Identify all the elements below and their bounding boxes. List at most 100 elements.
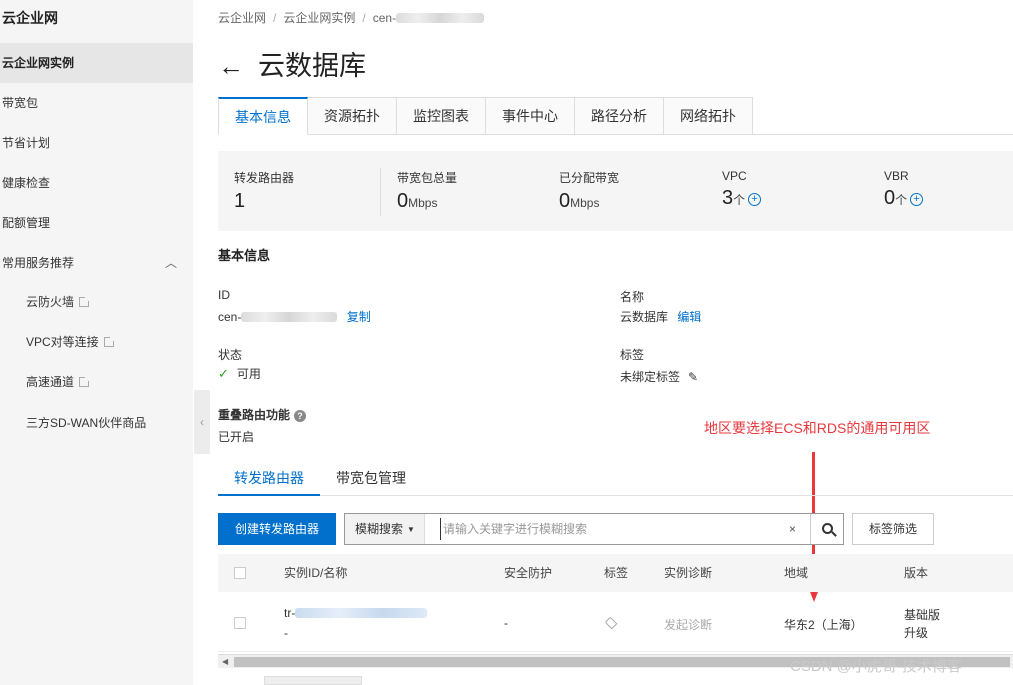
tab-network-topology[interactable]: 网络拓扑 [664,97,753,135]
sidebar-item-recommended-services[interactable]: 常用服务推荐 ︿ [0,243,193,283]
tab-event-center[interactable]: 事件中心 [486,97,575,135]
id-label: ID [218,288,230,302]
stat-unit: Mbps [408,196,438,210]
tag-icon[interactable] [604,616,618,630]
column-header-tags: 标签 [604,566,629,580]
sidebar-item-savings-plan[interactable]: 节省计划 [0,123,193,163]
status-label: 状态 [218,348,243,362]
search-mode-label: 模糊搜索 [355,522,404,536]
chevron-left-icon: ‹ [200,415,204,429]
redacted-id [241,312,338,322]
name-value: 云数据库 [620,310,669,324]
column-header-edition: 版本 [904,566,929,580]
help-icon[interactable]: ? [294,410,307,422]
search-mode-select[interactable]: 模糊搜索 ▼ [345,514,425,544]
id-value-row: cen- 复制 [218,308,371,325]
name-value-row: 云数据库 编辑 [620,308,701,325]
external-link-icon [103,336,115,347]
tag-value: 未绑定标签 [620,370,681,384]
table-header: 实例ID/名称 安全防护 标签 实例诊断 地域 版本 [218,554,1013,592]
sidebar-item-vpc-peering[interactable]: VPC对等连接 [0,322,193,362]
breadcrumb-cen-instance[interactable]: 云企业网实例 [283,11,355,25]
tab-basic-info[interactable]: 基本信息 [218,97,308,135]
row-checkbox[interactable] [234,617,246,629]
stat-number: 1 [234,190,246,212]
upgrade-link[interactable]: 升级 [904,624,928,641]
sub-tabs: 转发路由器 带宽包管理 [218,460,1013,496]
stat-unit: 个 [733,193,746,207]
stat-value: 1 [234,190,294,213]
scroll-left-icon[interactable]: ◀ [222,655,228,668]
detail-tabs: 基本信息 资源拓扑 监控图表 事件中心 路径分析 网络拓扑 [218,97,1013,135]
select-all-checkbox[interactable] [234,567,246,579]
instance-id-link[interactable]: tr- [284,606,428,620]
sidebar-item-sdwan-partners[interactable]: 三方SD-WAN伙伴商品 [0,403,193,443]
sidebar-item-label: 高速通道 [26,375,75,389]
region-value: 华东2（上海） [784,618,863,632]
sidebar-item-label: VPC对等连接 [26,335,99,349]
subtab-bandwidth-package[interactable]: 带宽包管理 [320,460,422,496]
edition-value: 基础版 [904,608,941,622]
pagination-stub [264,676,362,685]
tag-value-row: 未绑定标签 ✎ [620,368,698,385]
overlap-route-value: 已开启 [218,430,255,444]
stats-panel: 转发路由器 1 带宽包总量 0Mbps 已分配带宽 0Mbps VPC 3个 + … [218,151,1013,231]
sidebar-collapse-toggle[interactable]: ‹ [194,390,210,454]
sidebar-item-label: 云防火墙 [26,295,75,309]
watermark: CSDN @小虎哥-技术博客 [790,658,962,675]
stat-number: 0 [559,190,571,212]
edit-name-link[interactable]: 编辑 [677,310,701,324]
sidebar-item-health-check[interactable]: 健康检查 [0,163,193,203]
sidebar-item-cen-instance[interactable]: 云企业网实例 [0,43,193,83]
stat-vbr: VBR 0个 + [884,169,924,217]
stat-label: VBR [884,169,909,183]
sidebar-item-cloud-firewall[interactable]: 云防火墙 [0,282,193,322]
stat-vpc: VPC 3个 + [722,169,762,217]
redacted-id [396,13,485,23]
breadcrumb: 云企业网 / 云企业网实例 / cen- [218,9,485,26]
sidebar-item-label: 常用服务推荐 [2,256,75,270]
tag-filter-button[interactable]: 标签筛选 [852,513,934,545]
stat-number: 3 [722,187,734,209]
stat-label: VPC [722,169,747,183]
search-icon [821,523,833,534]
page-title: 云数据库 [258,51,366,81]
red-annotation-text: 地区要选择ECS和RDS的通用可用区 [704,420,931,436]
pencil-icon[interactable]: ✎ [688,370,698,384]
status-value-row: ✓ 可用 [218,365,261,382]
stat-transit-router: 转发路由器 1 [234,169,294,217]
stat-value: 3个 + [722,187,762,210]
search-box: 模糊搜索▼ × [344,513,844,545]
external-link-icon [79,296,91,307]
search-button[interactable] [810,514,843,544]
sidebar-item-label: 三方SD-WAN伙伴商品 [26,416,147,430]
chevron-up-icon: ︿ [164,256,177,270]
clear-icon[interactable]: × [789,514,796,544]
stat-value: 0个 + [884,187,924,210]
copy-link[interactable]: 复制 [347,310,371,324]
stat-value: 0Mbps [397,190,457,213]
subtab-transit-router[interactable]: 转发路由器 [218,460,320,496]
tab-monitoring[interactable]: 监控图表 [397,97,486,135]
sidebar-item-bandwidth-package[interactable]: 带宽包 [0,83,193,123]
instance-name: - [284,626,288,640]
add-vpc-plus-icon[interactable]: + [748,193,762,206]
column-header-region: 地域 [784,566,809,580]
overlap-route-label-text: 重叠路由功能 [218,408,291,422]
tab-path-analysis[interactable]: 路径分析 [575,97,664,135]
stat-unit: Mbps [570,196,600,210]
create-transit-router-button[interactable]: 创建转发路由器 [218,513,336,545]
diagnose-link[interactable]: 发起诊断 [664,616,712,633]
tab-resource-topology[interactable]: 资源拓扑 [308,97,397,135]
sidebar-item-quota[interactable]: 配额管理 [0,203,193,243]
sidebar-item-express-connect[interactable]: 高速通道 [0,362,193,402]
stat-bandwidth-allocated: 已分配带宽 0Mbps [559,169,619,217]
security-value: - [504,616,508,630]
breadcrumb-current: cen- [372,11,397,25]
add-vbr-plus-icon[interactable]: + [910,193,924,206]
overlap-route-label: 重叠路由功能? [218,406,307,423]
stat-value: 0Mbps [559,190,619,213]
back-arrow-icon[interactable]: ← [218,51,244,82]
search-input[interactable] [440,518,770,540]
breadcrumb-cen[interactable]: 云企业网 [218,11,266,25]
